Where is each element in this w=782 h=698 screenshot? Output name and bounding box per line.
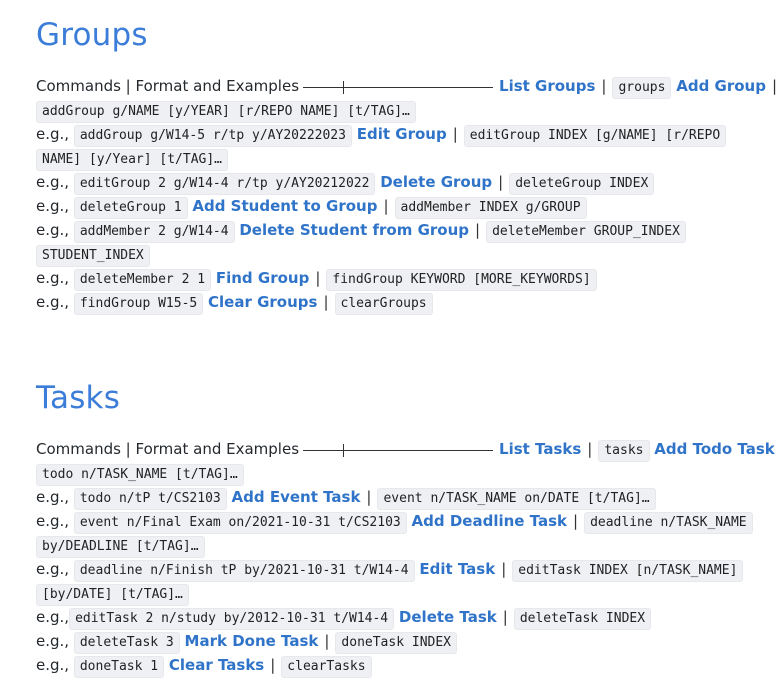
tasks-row-edit-example: e.g., editTask 2 n/study by/2012-10-31 t/… — [36, 605, 652, 630]
edit-group-format-2: NAME] [y/Year] [t/TAG]… — [36, 149, 229, 171]
find-group-format: findGroup KEYWORD [MORE_KEYWORDS] — [326, 269, 597, 291]
edit-task-format-1: editTask INDEX [n/TASK_NAME] — [512, 560, 744, 582]
groups-row-edit-example: e.g., editGroup 2 g/W14-4 r/tp y/AY20212… — [36, 170, 655, 195]
tasks-row-todo-example: e.g., todo n/tP t/CS2103 Add Event Task |… — [36, 485, 656, 510]
deadline-format-2: by/DEADLINE [t/TAG]… — [36, 536, 205, 558]
tasks-row-deadline-example: e.g., deadline n/Finish tP by/2021-10-31… — [36, 557, 744, 582]
eg-label: e.g., — [36, 632, 70, 650]
delete-member-example: deleteMember 2 1 — [73, 269, 212, 291]
mark-done-task-link[interactable]: Mark Done Task — [185, 632, 319, 650]
delete-task-format: deleteTask INDEX — [513, 608, 652, 630]
groups-row-add-format: addGroup g/NAME [y/YEAR] [r/REPO NAME] [… — [36, 98, 416, 123]
table-divider — [303, 80, 494, 94]
find-group-example: findGroup W15-5 — [73, 293, 204, 315]
edit-group-example: editGroup 2 g/W14-4 r/tp y/AY20212022 — [73, 173, 376, 195]
tasks-row-done-example: e.g., doneTask 1 Clear Tasks | clearTasks — [36, 653, 372, 678]
add-member-format: addMember INDEX g/GROUP — [394, 197, 587, 219]
delete-group-format: deleteGroup INDEX — [509, 173, 655, 195]
edit-task-format-2: [by/DATE] [t/TAG]… — [36, 584, 189, 606]
list-tasks-link[interactable]: List Tasks — [499, 440, 581, 458]
done-task-format: doneTask INDEX — [335, 632, 457, 654]
add-group-example: addGroup g/W14-5 r/tp y/AY20222023 — [73, 125, 352, 147]
delete-member-format-1: deleteMember GROUP_INDEX — [486, 221, 686, 243]
delete-task-link[interactable]: Delete Task — [399, 608, 497, 626]
clear-groups-format: clearGroups — [334, 293, 433, 315]
groups-row-header: Commands | Format and Examples List Group… — [36, 74, 782, 99]
event-format: event n/TASK_NAME on/DATE [t/TAG]… — [377, 488, 656, 510]
groups-row-add-example: e.g., addGroup g/W14-5 r/tp y/AY20222023… — [36, 122, 727, 147]
tasks-row-deadline-format-cont: by/DEADLINE [t/TAG]… — [36, 533, 205, 558]
edit-task-link[interactable]: Edit Task — [419, 560, 495, 578]
deadline-example: deadline n/Finish tP by/2021-10-31 t/W14… — [73, 560, 415, 582]
table-divider — [303, 443, 494, 457]
groups-row-deletemember-example: e.g., deleteMember 2 1 Find Group | findGr… — [36, 266, 597, 291]
groups-command: groups — [612, 77, 672, 99]
tasks-row-header: Commands | Format and Examples List Tasks… — [36, 437, 782, 462]
groups-row-addmember-example: e.g., addMember 2 g/W14-4 Delete Student… — [36, 218, 686, 243]
tasks-table-header: Commands | Format and Examples — [36, 440, 300, 458]
clear-groups-link[interactable]: Clear Groups — [208, 293, 317, 311]
eg-label: e.g., — [36, 560, 70, 578]
edit-group-link[interactable]: Edit Group — [357, 125, 447, 143]
delete-group-link[interactable]: Delete Group — [380, 173, 492, 191]
delete-group-example: deleteGroup 1 — [73, 197, 188, 219]
add-member-example: addMember 2 g/W14-4 — [73, 221, 235, 243]
add-todo-task-link[interactable]: Add Todo Task — [654, 440, 774, 458]
edit-task-example: editTask 2 n/study by/2012-10-31 t/W14-4 — [69, 608, 395, 630]
tasks-heading: Tasks — [36, 380, 121, 416]
eg-label: e.g., — [36, 488, 70, 506]
tasks-row-edit-format-cont: [by/DATE] [t/TAG]… — [36, 581, 189, 606]
eg-label: e.g., — [36, 221, 70, 239]
groups-row-edit-format-cont: NAME] [y/Year] [t/TAG]… — [36, 146, 229, 171]
tasks-row-delete-example: e.g., deleteTask 3 Mark Done Task | doneTa… — [36, 629, 457, 654]
clear-tasks-link[interactable]: Clear Tasks — [169, 656, 264, 674]
add-student-to-group-link[interactable]: Add Student to Group — [192, 197, 377, 215]
eg-label: e.g., — [36, 656, 70, 674]
eg-label: e.g., — [36, 197, 70, 215]
tasks-row-todo-format: todo n/TASK_NAME [t/TAG]… — [36, 461, 244, 486]
eg-label: e.g., — [36, 293, 70, 311]
deadline-format-1: deadline n/TASK_NAME — [584, 512, 753, 534]
groups-row-delete-example: e.g., deleteGroup 1 Add Student to Group… — [36, 194, 587, 219]
groups-heading: Groups — [36, 17, 148, 53]
list-groups-link[interactable]: List Groups — [499, 77, 595, 95]
delete-task-example: deleteTask 3 — [73, 632, 180, 654]
delete-member-format-2: STUDENT_INDEX — [36, 245, 150, 267]
clear-tasks-format: clearTasks — [281, 656, 372, 678]
groups-row-deletemember-format-cont: STUDENT_INDEX — [36, 242, 150, 267]
tasks-command: tasks — [598, 440, 650, 462]
event-example: event n/Final Exam on/2021-10-31 t/CS210… — [73, 512, 407, 534]
find-group-link[interactable]: Find Group — [216, 269, 309, 287]
groups-row-find-example: e.g., findGroup W15-5 Clear Groups | clear… — [36, 290, 433, 315]
edit-group-format-1: editGroup INDEX [g/NAME] [r/REPO — [463, 125, 727, 147]
eg-label: e.g., — [36, 173, 70, 191]
todo-format: todo n/TASK_NAME [t/TAG]… — [36, 464, 244, 486]
todo-example: todo n/tP t/CS2103 — [73, 488, 227, 510]
groups-table-header: Commands | Format and Examples — [36, 77, 300, 95]
eg-label: e.g., — [36, 269, 70, 287]
eg-label: e.g., — [36, 608, 70, 626]
command-summary-page: Groups Commands | Format and Examples Lis… — [0, 0, 782, 698]
add-group-link[interactable]: Add Group — [676, 77, 766, 95]
tasks-row-event-example: e.g., event n/Final Exam on/2021-10-31 t… — [36, 509, 753, 534]
eg-label: e.g., — [36, 512, 70, 530]
eg-label: e.g., — [36, 125, 70, 143]
done-task-example: doneTask 1 — [73, 656, 165, 678]
delete-student-from-group-link[interactable]: Delete Student from Group — [239, 221, 469, 239]
add-deadline-task-link[interactable]: Add Deadline Task — [412, 512, 567, 530]
add-group-format: addGroup g/NAME [y/YEAR] [r/REPO NAME] [… — [36, 101, 416, 123]
add-event-task-link[interactable]: Add Event Task — [232, 488, 361, 506]
